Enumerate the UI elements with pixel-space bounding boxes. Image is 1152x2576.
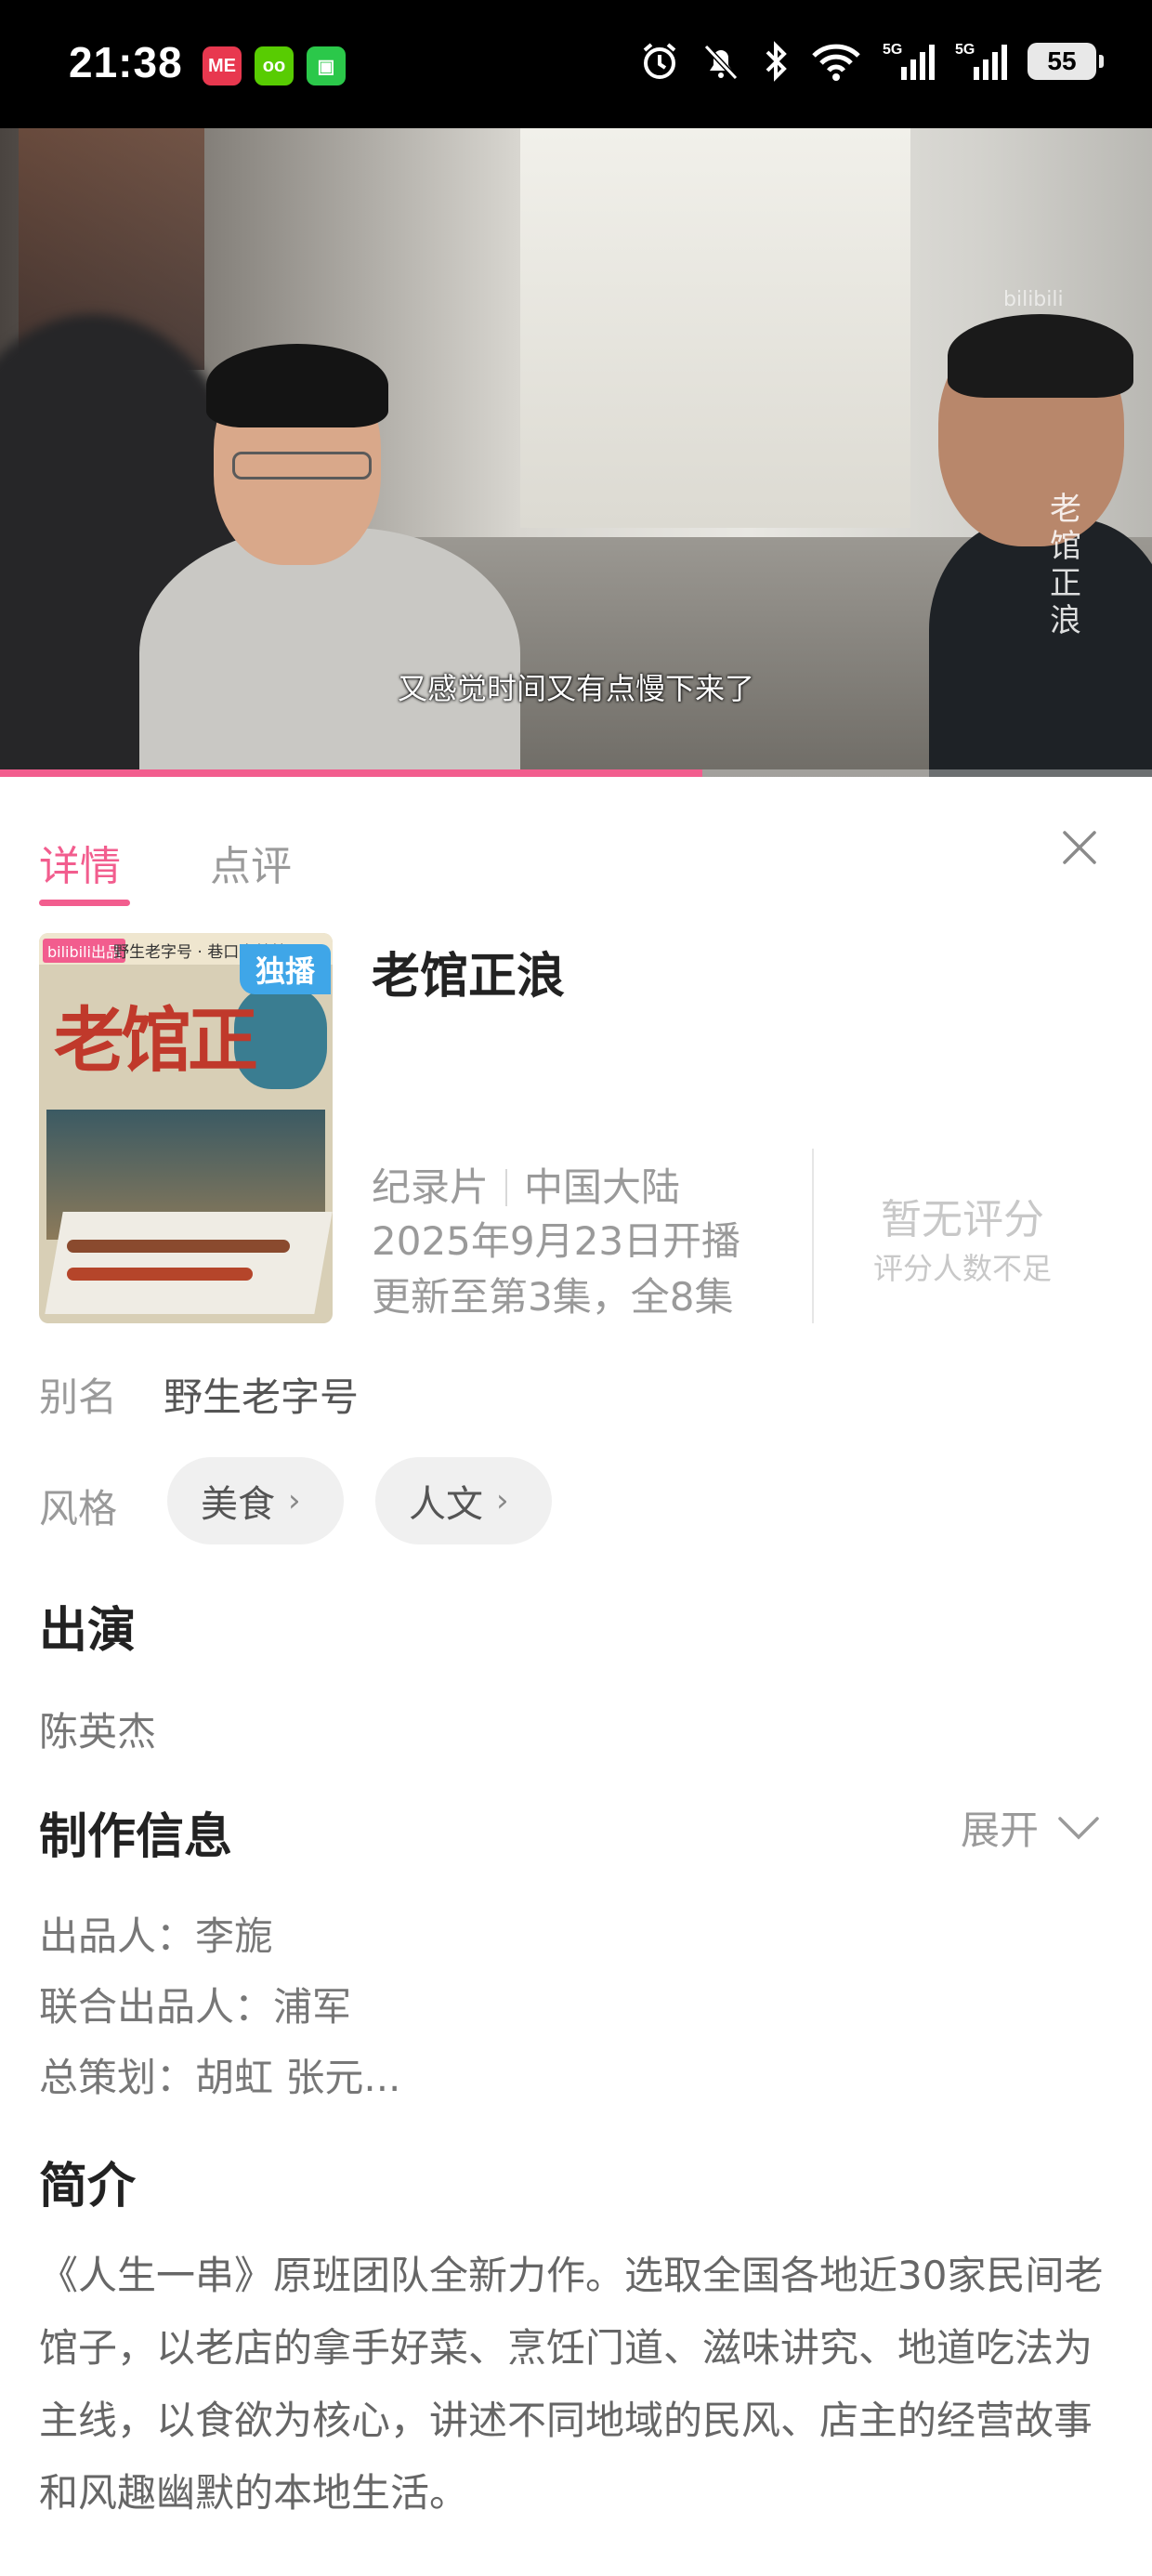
svg-text:5G: 5G (883, 42, 902, 58)
signal-5g-icon: 5G (883, 42, 935, 80)
production-line: 联合出品人：浦军 (39, 1984, 352, 2030)
tab-details[interactable]: 详情 (39, 833, 121, 892)
mute-icon (703, 44, 739, 81)
rating-value: 暂无评分 (881, 1196, 1044, 1243)
exclusive-badge: 独播 (240, 944, 331, 994)
bluetooth-icon (766, 41, 787, 82)
cast-member[interactable]: 陈英杰 (39, 1701, 156, 1757)
svg-text:5G: 5G (955, 42, 975, 58)
style-label: 风格 (39, 1486, 118, 1531)
video-progress-fill (0, 769, 703, 777)
premiere-date: 2025年9月23日开播 (372, 1218, 741, 1264)
tab-bar: 详情 点评 (0, 777, 1152, 926)
region-label: 中国大陆 (524, 1164, 681, 1210)
cover-title: 老馆正 (54, 999, 258, 1082)
video-player[interactable]: bilibili 老馆正浪 又感觉时间又有点慢下来了 (0, 128, 1152, 777)
close-icon[interactable] (1059, 827, 1100, 868)
status-time: 21:38 (69, 38, 183, 86)
owl-app-icon: oo (255, 46, 294, 85)
production-line: 总策划：胡虹 张元... (39, 2055, 401, 2100)
meta-divider (505, 1169, 508, 1206)
genre-label: 纪录片 (372, 1164, 490, 1210)
chevron-down-icon (1058, 1816, 1099, 1839)
me-app-icon: ME (203, 46, 242, 85)
battery-indicator: 55 (1028, 43, 1104, 80)
chevron-right-icon: › (288, 1482, 301, 1519)
tab-reviews[interactable]: 点评 (210, 833, 292, 892)
video-subtitle: 又感觉时间又有点慢下来了 (397, 671, 754, 706)
status-indicators: 5G 5G 55 (639, 41, 1104, 82)
expand-label: 展开 (961, 1807, 1040, 1853)
episode-status: 更新至第3集，全8集 (372, 1274, 734, 1320)
alias-value: 野生老字号 (164, 1374, 360, 1420)
show-title: 老馆正浪 (372, 949, 566, 1005)
active-tab-indicator (39, 900, 130, 906)
video-title-watermark: 老馆正浪 (1050, 491, 1081, 639)
alarm-icon (643, 43, 676, 79)
video-progress-bar[interactable] (0, 769, 1152, 777)
production-heading: 制作信息 (39, 1809, 233, 1865)
wifi-icon (812, 44, 860, 81)
rating-note: 评分人数不足 (872, 1251, 1052, 1286)
chat-app-icon: ▣ (307, 46, 346, 85)
cast-heading: 出演 (39, 1603, 137, 1659)
synopsis-heading: 简介 (39, 2159, 137, 2215)
expand-button[interactable]: 展开 (961, 1799, 1100, 1856)
alias-label: 别名 (39, 1374, 118, 1420)
signal-5g-icon: 5G (955, 42, 1007, 80)
synopsis-text: 《人生一串》原班团队全新力作。选取全国各地近30家民间老馆子，以老店的拿手好菜、… (39, 2253, 1104, 2516)
chevron-right-icon: › (496, 1482, 509, 1519)
production-line: 出品人：李旎 (39, 1913, 274, 1959)
show-genre-region: 纪录片 中国大陆 (372, 1156, 680, 1213)
status-bar: 21:38 ME oo ▣ 5G 5G 55 (0, 0, 1152, 128)
style-tag-food[interactable]: 美食 › (167, 1457, 344, 1544)
style-tag-culture[interactable]: 人文 › (375, 1457, 552, 1544)
video-logo-watermark: bilibili (1003, 288, 1064, 311)
